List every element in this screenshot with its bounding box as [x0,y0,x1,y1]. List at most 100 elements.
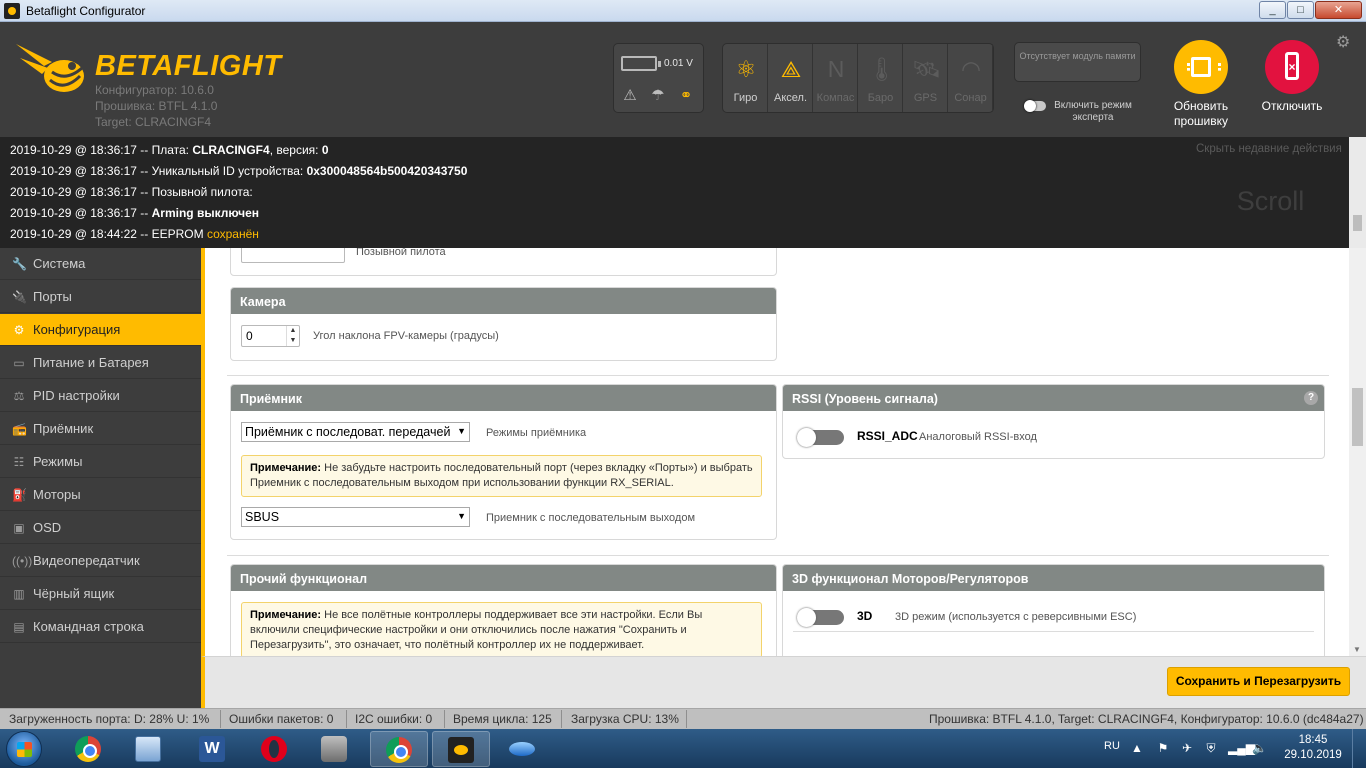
section-divider [227,375,1329,376]
taskbar-opera[interactable] [246,731,304,767]
tab-cli[interactable]: ▤ Командная строка [0,611,201,643]
camera-angle-value: 0 [246,329,253,343]
content-scrollbar-thumb[interactable] [1352,388,1363,446]
expert-mode-label: Включить режим эксперта [1054,100,1132,123]
tab-modes[interactable]: ☷ Режимы [0,446,201,478]
tab-pid[interactable]: ⚖ PID настройки [0,380,201,412]
tab-osd[interactable]: ▣ OSD [0,512,201,544]
tray-clock[interactable]: 18:45 29.10.2019 [1284,733,1342,763]
content-scrollbar[interactable]: ▼ [1349,248,1366,656]
disconnect-circle[interactable] [1265,40,1319,94]
help-icon[interactable]: ? [1304,391,1318,405]
gyro-icon: ⚛ [735,56,757,82]
activity-log: 2019-10-29 @ 18:36:17 -- Плата: CLRACING… [0,137,1349,248]
flag-icon[interactable]: ⚑ [1156,741,1170,755]
rssi-box-title: RSSI (Уровень сигнала) [783,385,1324,411]
word-icon: W [199,736,225,762]
tab-blackbox[interactable]: ▥ Чёрный ящик [0,578,201,610]
battery-status-panel: 0.01 V ⚠ ☂ ⚭ [613,43,704,113]
flash-firmware-button[interactable]: Обновить прошивку [1166,40,1236,129]
firmware-version: Прошивка: BTFL 4.1.0 [95,99,218,113]
mag-icon: N [827,56,845,82]
rssi-box: RSSI (Уровень сигнала) ? RSSI_ADC Аналог… [782,384,1325,459]
opera-icon [261,736,287,762]
dataflash-status: Отсутствует модуль памяти [1014,42,1141,82]
security-icon[interactable]: ⛨ [1204,741,1218,755]
gear-icon[interactable]: ⚙ [1336,32,1350,52]
chevron-up-icon[interactable]: ▲ [1130,741,1144,755]
signal-icon[interactable]: ▂▄▆ [1228,741,1255,755]
tab-configuration[interactable]: ⚙ Конфигурация [0,314,201,346]
receiver-note-text: Не забудьте настроить последовательный п… [250,462,753,489]
tab-configuration-label: Конфигурация [33,322,121,337]
show-desktop-button[interactable] [1352,729,1366,768]
tab-system[interactable]: 🔧 Система [0,248,201,280]
log-text: 2019-10-29 @ 18:36:17 -- [10,206,152,220]
camera-box-title: Камера [231,288,776,314]
configurator-version: Конфигуратор: 10.6.0 [95,83,214,97]
battery-voltage: 0.01 V [664,58,693,69]
cycle-time: Время цикла: 125 [453,712,552,726]
camera-angle-input[interactable]: 0 ▲ ▼ [241,325,300,347]
log-scroll-hint: Scroll [1236,186,1305,216]
start-button[interactable] [6,731,42,767]
window-titlebar: Betaflight Configurator _ □ ✕ [0,0,1366,22]
disconnect-button[interactable]: Отключить [1257,40,1327,114]
close-window-button[interactable]: ✕ [1315,1,1362,19]
taskbar-drone-app[interactable] [494,731,552,767]
log-scrollbar-thumb[interactable] [1353,215,1362,231]
expert-mode-toggle[interactable] [1024,100,1046,112]
receiver-mode-value: Приёмник с последоват. передачей [245,425,451,439]
chevron-down-icon: ▼ [457,511,466,521]
clock-date: 29.10.2019 [1284,749,1342,761]
maximize-button[interactable]: □ [1287,1,1314,19]
hide-log-link[interactable]: Скрыть недавние действия [1196,143,1342,155]
tab-receiver[interactable]: 📻 Приёмник [0,413,201,445]
chip-icon [1187,57,1221,77]
calculator-icon [135,736,161,762]
taskbar-camera[interactable] [306,731,364,767]
serial-provider-value: SBUS [245,510,280,524]
receiver-mode-select[interactable]: Приёмник с последоват. передачей ▼ [241,422,470,442]
tab-ports[interactable]: 🔌 Порты [0,281,201,313]
taskbar-calculator[interactable] [120,731,178,767]
scroll-down-arrow[interactable]: ▼ [1353,645,1361,654]
motor-3d-title: 3D функционал Моторов/Регуляторов [783,565,1324,591]
tab-power[interactable]: ▭ Питание и Батарея [0,347,201,379]
tab-power-label: Питание и Батарея [33,355,149,370]
taskbar-word[interactable]: W [184,731,242,767]
flash-circle[interactable] [1174,40,1228,94]
tab-motors-label: Моторы [33,487,81,502]
camera-angle-spinner[interactable]: ▲ ▼ [286,326,299,346]
tab-navigation: 🔧 Система 🔌 Порты ⚙ Конфигурация ▭ Питание и Ба… [0,248,201,708]
drone-icon [509,742,535,756]
betaflight-app-icon [4,3,20,19]
accel-icon: ⟁ [780,56,802,82]
tab-motors[interactable]: ⛽ Моторы [0,479,201,511]
serial-provider-select[interactable]: SBUS ▼ [241,507,470,527]
sensor-gyro: ⚛ Гиро [723,44,768,112]
sensor-baro-label: Баро [867,92,894,104]
pilot-callsign-input[interactable] [241,248,345,263]
windows-taskbar: W RU ▲ ⚑ ✈ ⛨ ▂▄▆ 🔈 18:45 29.10.2019 [0,729,1366,768]
rssi-adc-label: Аналоговый RSSI-вход [919,431,1037,443]
log-scrollbar[interactable] [1349,137,1366,248]
taskbar-chrome[interactable] [60,731,118,767]
3d-mode-switch[interactable] [797,608,844,627]
save-and-reboot-button[interactable]: Сохранить и Перезагрузить [1167,667,1350,696]
sensor-accel: ⟁ Аксел. [768,44,813,112]
rssi-adc-switch[interactable] [797,428,844,447]
minimize-button[interactable]: _ [1259,1,1286,19]
battery-icon [621,56,661,71]
app-header: BETAFLIGHT Конфигуратор: 10.6.0 Прошивка… [0,22,1366,137]
configuration-content: Позывной пилота Камера 0 ▲ ▼ Угол наклона… [201,248,1349,656]
taskbar-chrome-active[interactable] [370,731,428,767]
taskbar-betaflight[interactable] [432,731,490,767]
receiver-note-title: Примечание: [250,462,322,474]
pilot-box: Позывной пилота [230,248,777,276]
keyboard-language[interactable]: RU [1104,740,1120,752]
volume-icon[interactable]: 🔈 [1252,741,1267,755]
other-features-box: Прочий функционал Примечание: Не все пол… [230,564,777,656]
tab-vtx[interactable]: ((•)) Видеопередатчик [0,545,201,577]
network-tool-icon[interactable]: ✈ [1180,741,1194,755]
